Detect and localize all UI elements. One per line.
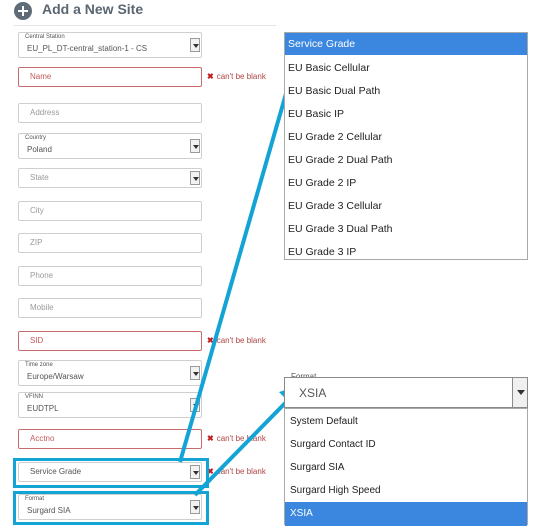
format-dropdown[interactable]: System Default Surgard Contact ID Surgar…	[284, 408, 528, 526]
service-grade-option[interactable]: EU Basic Dual Path	[288, 85, 380, 97]
format-panel-value: XSIA	[299, 386, 327, 400]
service-grade-option[interactable]: EU Grade 2 Dual Path	[288, 154, 392, 166]
service-grade-option[interactable]: EU Grade 3 Dual Path	[288, 223, 392, 235]
service-grade-option[interactable]: EU Grade 3 IP	[288, 246, 356, 258]
arrow-to-format-list	[193, 383, 305, 497]
service-grade-option[interactable]: EU Grade 3 Cellular	[288, 200, 382, 212]
service-grade-option[interactable]: EU Grade 2 Cellular	[288, 131, 382, 143]
format-option[interactable]: Surgard SIA	[290, 462, 344, 473]
service-grade-option-selected[interactable]: Service Grade	[285, 33, 527, 55]
service-grade-option[interactable]: EU Basic IP	[288, 108, 344, 120]
service-grade-dropdown[interactable]: Service Grade EU Basic Cellular EU Basic…	[284, 32, 528, 260]
format-panel-select[interactable]: XSIA	[284, 377, 526, 408]
format-option[interactable]: System Default	[290, 416, 358, 427]
service-grade-option[interactable]: EU Basic Cellular	[288, 62, 370, 74]
format-option[interactable]: Surgard Contact ID	[290, 439, 376, 450]
format-option[interactable]: Surgard High Speed	[290, 485, 381, 496]
service-grade-option-label: Service Grade	[288, 38, 356, 50]
format-option-selected[interactable]: XSIA	[285, 502, 527, 526]
chevron-down-icon[interactable]	[512, 377, 528, 408]
service-grade-option[interactable]: EU Grade 2 IP	[288, 177, 356, 189]
arrow-to-service-grade-list	[178, 33, 309, 463]
format-option-selected-label: XSIA	[290, 508, 313, 519]
